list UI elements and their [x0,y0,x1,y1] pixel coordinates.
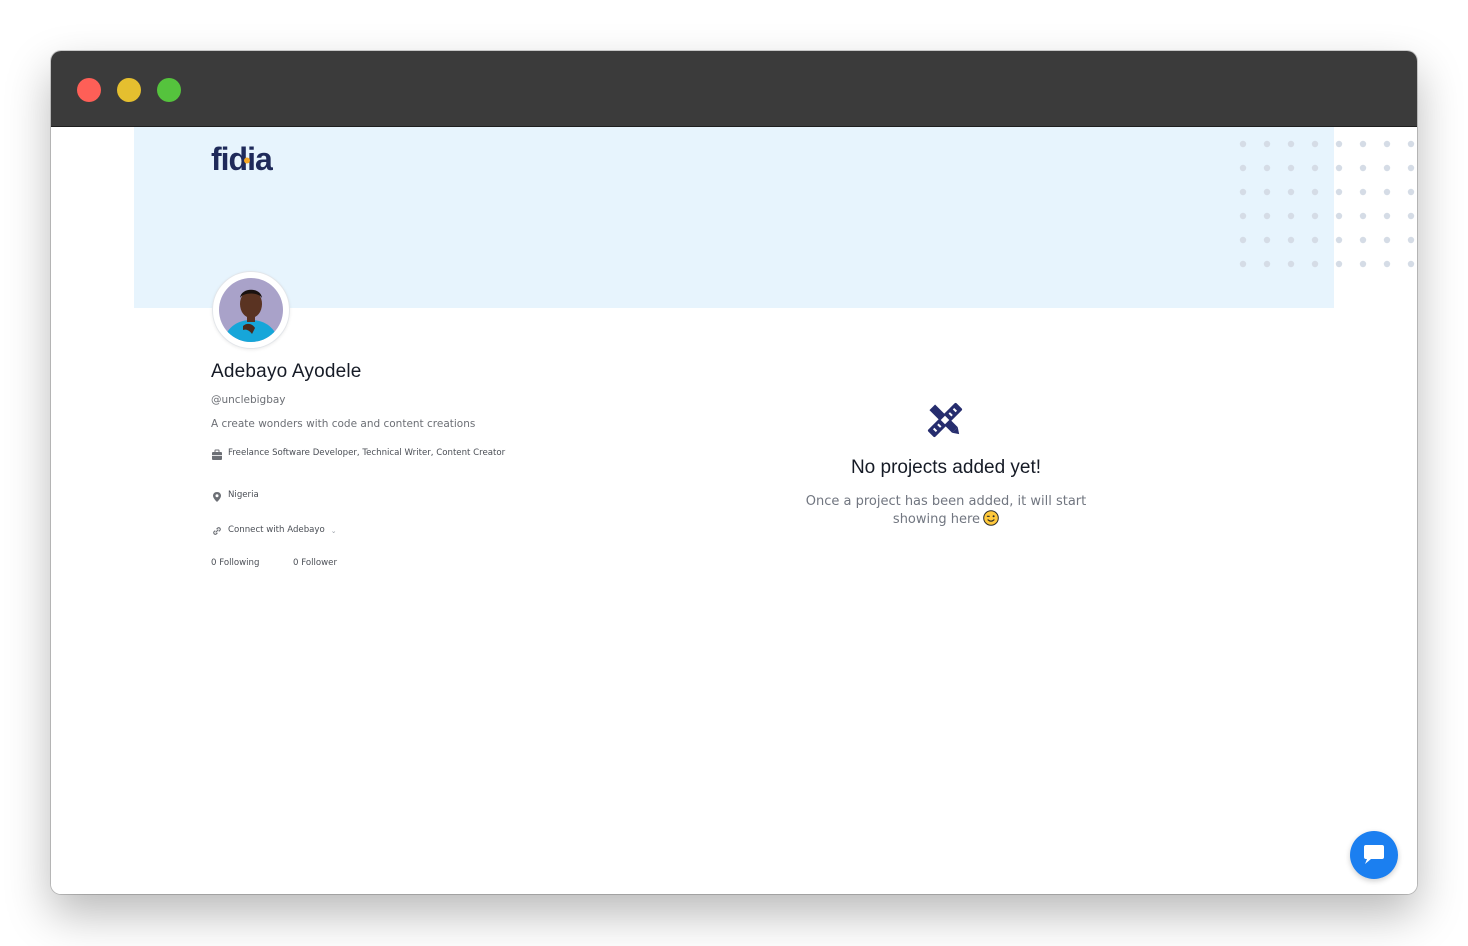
banner-dot [1239,236,1247,244]
banner-dot [1359,140,1367,148]
connect-dropdown[interactable]: Connect with Adebayo ⌄ [211,524,337,537]
dot-pattern-decoration [1239,140,1415,268]
winking-face-icon [983,510,999,526]
empty-state-title: No projects added yet! [850,457,1042,478]
banner-dot [1239,188,1247,196]
banner-dot [1359,260,1367,268]
banner-dot [1335,188,1343,196]
banner-dot [1287,212,1295,220]
followers-count[interactable]: 0 Follower [293,558,337,568]
occupation-row: Freelance Software Developer, Technical … [211,448,511,461]
banner-dot [1335,236,1343,244]
window-titlebar [51,51,1417,127]
banner-dot [1263,260,1271,268]
close-window-button[interactable] [77,78,101,102]
empty-state-message-text: Once a project has been added, it will s… [805,494,1087,527]
minimize-window-button[interactable] [117,78,141,102]
banner-dot [1359,236,1367,244]
chat-button[interactable] [1350,831,1398,879]
banner-dot [1287,188,1295,196]
profile-page: fidia Adebayo Ayodele @unclebigbay A cre… [51,127,1417,894]
banner-dot [1407,236,1415,244]
banner-dot [1311,212,1319,220]
location-row: Nigeria [211,490,259,503]
banner-dot [1263,236,1271,244]
svg-text:fidia: fidia [211,141,273,177]
pencil-ruler-icon [927,402,963,438]
banner-dot [1335,164,1343,172]
banner-dot [1311,188,1319,196]
avatar[interactable] [212,271,290,349]
avatar-photo [219,278,283,342]
banner-dot [1359,188,1367,196]
banner-dot [1239,164,1247,172]
banner-dot [1239,260,1247,268]
banner-dot [1263,164,1271,172]
banner-dot [1287,140,1295,148]
location-text: Nigeria [228,490,259,500]
browser-window: fidia Adebayo Ayodele @unclebigbay A cre… [51,51,1417,894]
profile-name: Adebayo Ayodele [211,361,362,382]
banner-dot [1407,140,1415,148]
banner-dot [1335,212,1343,220]
banner-dot [1383,188,1391,196]
link-icon [213,527,221,535]
banner-dot [1383,212,1391,220]
chat-icon [1364,845,1384,864]
banner-dot [1263,212,1271,220]
connect-label: Connect with Adebayo [228,525,325,535]
banner-dot [1311,260,1319,268]
chevron-down-icon: ⌄ [330,526,337,535]
banner-dot [1287,260,1295,268]
banner-dot [1407,260,1415,268]
profile-banner [134,127,1415,308]
fidia-logo[interactable]: fidia [211,141,295,177]
banner-dot [1287,164,1295,172]
banner-dot [1383,164,1391,172]
location-pin-icon [213,492,221,502]
maximize-window-button[interactable] [157,78,181,102]
banner-dot [1383,140,1391,148]
profile-bio: A create wonders with code and content c… [211,418,476,430]
banner-dot [1239,140,1247,148]
briefcase-icon [212,449,222,460]
banner-dot [1335,260,1343,268]
empty-state-message: Once a project has been added, it will s… [786,494,1106,528]
profile-username: @unclebigbay [211,394,286,406]
banner-dot [1311,236,1319,244]
banner-dot [1383,236,1391,244]
following-count[interactable]: 0 Following [211,558,259,568]
banner-dot [1263,140,1271,148]
banner-dot [1383,260,1391,268]
banner-dot [1311,140,1319,148]
banner-dot [1407,164,1415,172]
banner-dot [1335,140,1343,148]
banner-dot [1311,164,1319,172]
banner-dot [1287,236,1295,244]
banner-dot [1263,188,1271,196]
banner-dot [1359,212,1367,220]
occupation-text: Freelance Software Developer, Technical … [228,448,506,458]
banner-dot [1407,212,1415,220]
banner-dot [1407,188,1415,196]
banner-dot [1359,164,1367,172]
banner-dot [1239,212,1247,220]
